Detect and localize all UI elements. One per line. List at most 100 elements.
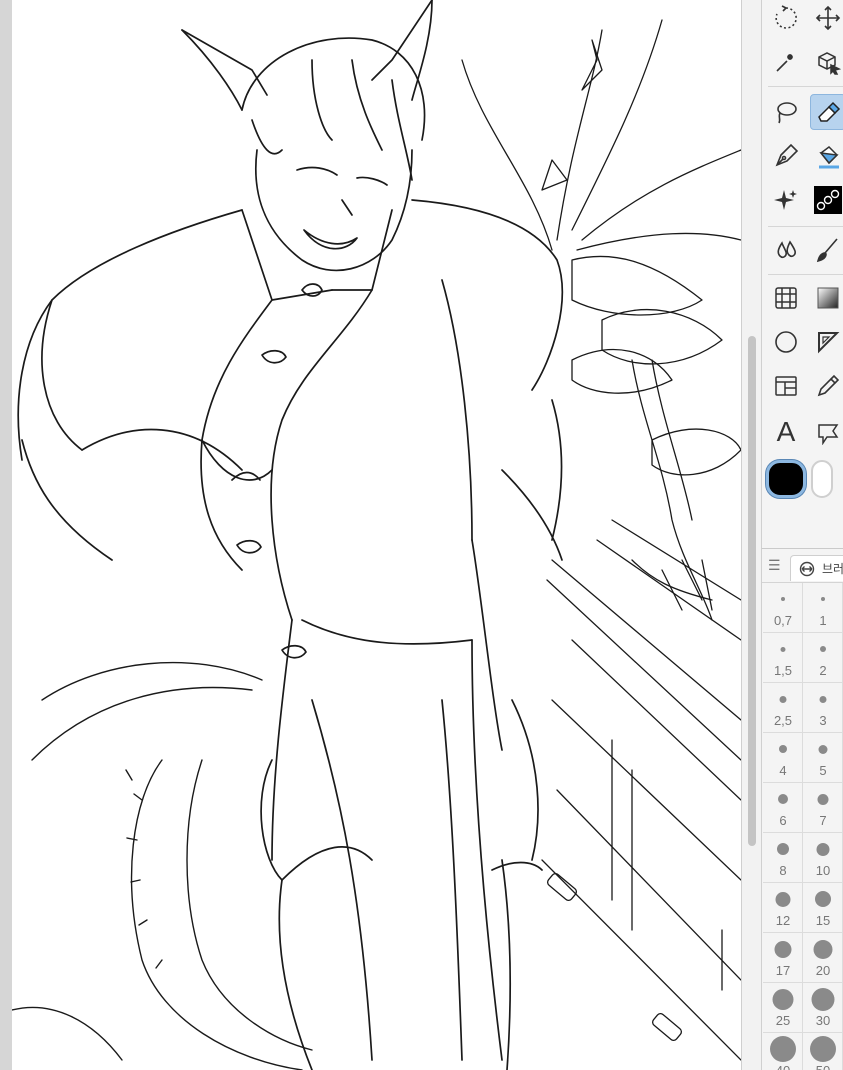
sparkle-icon — [774, 190, 797, 210]
canvas-area[interactable] — [0, 0, 741, 1070]
brush-size-option[interactable]: 25 — [763, 983, 803, 1033]
brush-size-dot — [775, 891, 790, 907]
cube-cursor-icon — [818, 52, 841, 75]
eraser-tool[interactable] — [810, 94, 843, 130]
canvas-sheet[interactable] — [12, 0, 741, 1070]
lasso-tool[interactable] — [768, 94, 804, 130]
layout-tool[interactable] — [768, 368, 804, 404]
brush-size-panel: ☰ 브러 0,7 1 1,5 2 2,5 3 4 5 6 7 8 10 12 15 17 20 25 30 4050 — [761, 548, 843, 1070]
ruler-tool[interactable] — [810, 324, 843, 360]
pen-nib-icon — [775, 143, 799, 167]
brush-size-option[interactable]: 6 — [763, 783, 803, 833]
triangle-ruler-icon — [818, 332, 840, 354]
brush-size-label: 7 — [819, 813, 827, 828]
brush-size-label: 20 — [815, 963, 831, 978]
sub-color-swatch[interactable] — [811, 460, 833, 498]
brush-size-label: 0,7 — [773, 613, 793, 628]
lasso-icon — [777, 102, 797, 124]
brush-size-dot — [813, 939, 832, 959]
brush-size-dot — [780, 646, 785, 652]
eraser-icon — [818, 101, 841, 122]
brush-size-label: 25 — [775, 1013, 791, 1028]
scrollbar-thumb[interactable] — [748, 336, 756, 846]
plant-drawing — [461, 19, 741, 621]
frame-tool[interactable] — [768, 280, 804, 316]
pen-tool[interactable] — [768, 138, 804, 174]
brush-size-option[interactable]: 5 — [803, 733, 843, 783]
brush-size-option[interactable]: 30 — [803, 983, 843, 1033]
brush-size-option[interactable]: 1,5 — [763, 633, 803, 683]
eyedropper-icon — [817, 374, 840, 397]
brush-size-dot — [777, 794, 788, 804]
brush-size-label: 10 — [815, 863, 831, 878]
text-tool[interactable]: A — [768, 414, 804, 450]
brush-size-option[interactable]: 3 — [803, 683, 843, 733]
move-arrows-icon — [815, 5, 841, 31]
fox-tail-drawing — [12, 661, 313, 1070]
move-view-tool[interactable] — [810, 0, 843, 36]
brush-size-dot — [809, 1036, 836, 1062]
brush-size-label: 5 — [819, 763, 827, 778]
brush-size-option[interactable]: 1 — [803, 583, 843, 633]
brush-size-label: 15 — [815, 913, 831, 928]
brush-size-option[interactable]: 15 — [803, 883, 843, 933]
blend-tool[interactable] — [768, 232, 804, 268]
gradient-tool[interactable] — [810, 280, 843, 316]
brush-size-label: 6 — [779, 813, 787, 828]
circle-figure-icon — [775, 331, 797, 353]
brush-size-dot — [818, 744, 827, 754]
fill-tool[interactable] — [810, 138, 843, 174]
brush-size-arrows-icon — [799, 561, 815, 576]
pattern-brush-tool[interactable] — [810, 182, 843, 218]
line-art-illustration — [12, 0, 741, 1070]
brush-size-dot — [779, 695, 786, 703]
brush-size-dot — [819, 695, 826, 703]
brush-size-option[interactable]: 40 — [763, 1033, 803, 1070]
brush-size-option[interactable]: 2,5 — [763, 683, 803, 733]
brush-size-option[interactable]: 0,7 — [763, 583, 803, 633]
frame-grid-icon — [775, 287, 797, 309]
brush-size-option[interactable]: 8 — [763, 833, 803, 883]
brush-size-label: 30 — [815, 1013, 831, 1028]
brush-size-dot — [774, 940, 791, 958]
speech-balloon-icon — [818, 424, 839, 445]
brush-size-option[interactable]: 12 — [763, 883, 803, 933]
eyedropper-tool[interactable] — [810, 368, 843, 404]
chain-brush-icon — [814, 186, 842, 214]
balloon-tool[interactable] — [810, 414, 843, 450]
fill-bucket-icon — [819, 146, 839, 169]
brush-size-label: 2 — [819, 663, 827, 678]
brush-size-option[interactable]: 20 — [803, 933, 843, 983]
brush-size-option[interactable]: 7 — [803, 783, 843, 833]
brush-size-dot — [778, 745, 787, 753]
brush-size-option[interactable]: 10 — [803, 833, 843, 883]
brush-size-dot — [816, 842, 829, 856]
brush-size-dot — [811, 987, 834, 1011]
main-color-swatch[interactable] — [766, 460, 806, 498]
decoration-tool[interactable] — [768, 182, 804, 218]
canvas-scrollbar[interactable] — [741, 0, 761, 1070]
tab-brush-size[interactable]: 브러 — [790, 555, 843, 581]
brush-size-dot — [772, 988, 793, 1010]
magic-wand-icon — [776, 54, 793, 72]
brush-size-label: 17 — [775, 963, 791, 978]
move-layer-tool[interactable] — [810, 44, 843, 80]
blend-drops-icon — [777, 240, 796, 259]
auto-select-tool[interactable] — [768, 44, 804, 80]
brush-size-option[interactable]: 2 — [803, 633, 843, 683]
brush-size-dot — [817, 793, 828, 805]
menu-lines-icon[interactable]: ☰ — [768, 557, 781, 574]
brush-size-label: 40 — [763, 1063, 803, 1070]
brush-tool[interactable] — [810, 232, 843, 268]
figure-tool[interactable] — [768, 324, 804, 360]
brush-size-dot — [819, 646, 826, 652]
brush-size-option[interactable]: 4 — [763, 733, 803, 783]
brush-panel-header: ☰ 브러 — [762, 549, 843, 583]
brush-size-label: 3 — [819, 713, 827, 728]
brush-size-option[interactable]: 50 — [803, 1033, 843, 1070]
brush-size-label: 1,5 — [773, 663, 793, 678]
brush-size-option[interactable]: 17 — [763, 933, 803, 983]
character-drawing — [17, 0, 564, 1070]
brush-size-label: 8 — [779, 863, 787, 878]
rotate-view-tool[interactable] — [768, 0, 804, 36]
